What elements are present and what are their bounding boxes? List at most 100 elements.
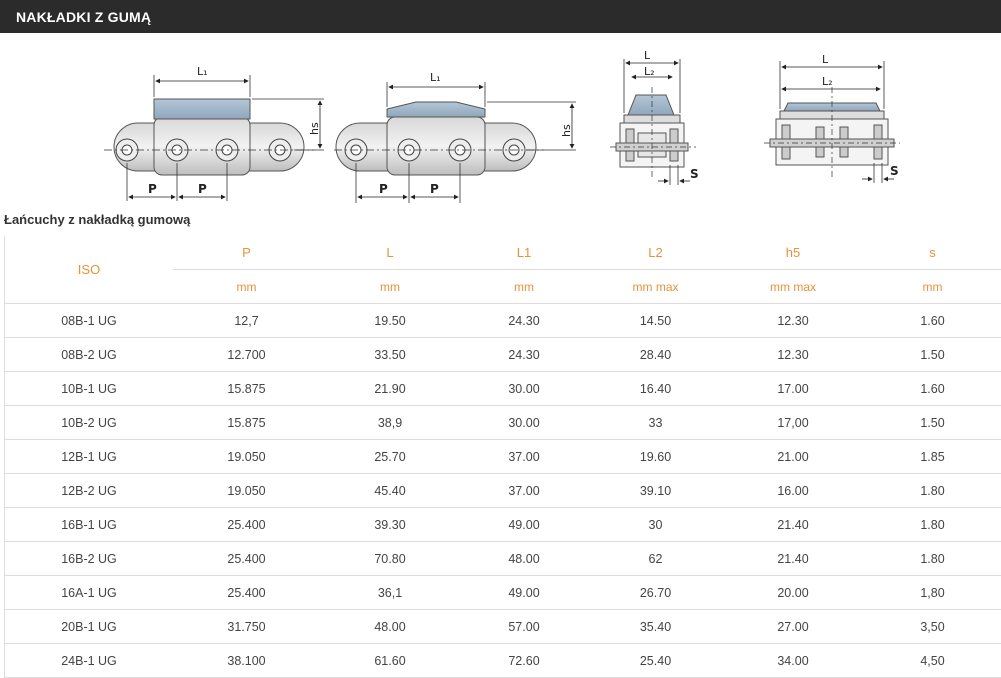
- cell-iso: 10B-2 UG: [5, 405, 173, 440]
- cell-l: 45.40: [320, 473, 460, 508]
- cell-l2: 26.70: [588, 575, 723, 610]
- cell-l: 19.50: [320, 303, 460, 338]
- cell-s: 1.85: [863, 439, 1001, 474]
- cell-h5: 17.00: [723, 371, 863, 406]
- cell-l1: 72.60: [460, 643, 588, 678]
- cell-s: 3,50: [863, 609, 1001, 644]
- table-row: 16B-2 UG 25.400 70.80 48.00 62 21.40 1.80: [5, 541, 1001, 576]
- cell-iso: 16A-1 UG: [5, 575, 173, 610]
- unit-p: mm: [173, 269, 320, 304]
- cell-p: 15.875: [173, 371, 320, 406]
- dim-label-hs-b: hs: [560, 124, 573, 137]
- cell-l1: 24.30: [460, 337, 588, 372]
- cell-l1: 49.00: [460, 507, 588, 542]
- cell-h5: 21.40: [723, 541, 863, 576]
- unit-s: mm: [863, 269, 1001, 304]
- spec-table: ISO P L L1 L2 h5 s mm mm mm mm max mm ma…: [5, 236, 1001, 678]
- cell-iso: 20B-1 UG: [5, 609, 173, 644]
- cell-l: 25.70: [320, 439, 460, 474]
- cell-iso: 08B-1 UG: [5, 303, 173, 338]
- cell-l: 39.30: [320, 507, 460, 542]
- dim-label-p4: P: [430, 182, 439, 196]
- dim-label-hs: hs: [308, 122, 321, 135]
- cell-p: 25.400: [173, 541, 320, 576]
- cell-h5: 20.00: [723, 575, 863, 610]
- unit-l: mm: [320, 269, 460, 304]
- technical-drawing: L₁ hs P P L₁ hs P P L L₂ S L L₂ S: [4, 47, 1001, 205]
- section-title: NAKŁADKI Z GUMĄ: [16, 9, 152, 25]
- table-row: 12B-2 UG 19.050 45.40 37.00 39.10 16.00 1.80: [5, 473, 1001, 508]
- cell-iso: 12B-1 UG: [5, 439, 173, 474]
- header-iso: ISO: [77, 262, 101, 277]
- dim-label-l1-b: L₁: [430, 71, 441, 84]
- cell-l2: 35.40: [588, 609, 723, 644]
- unit-h5: mm max: [723, 269, 863, 304]
- cell-l2: 62: [588, 541, 723, 576]
- cell-l2: 28.40: [588, 337, 723, 372]
- cell-h5: 34.00: [723, 643, 863, 678]
- cell-l1: 24.30: [460, 303, 588, 338]
- dim-label-p1: P: [148, 182, 157, 196]
- spec-table-body: 08B-1 UG 12,7 19.50 24.30 14.50 12.30 1.60 08B-…: [5, 303, 1001, 678]
- cell-iso: 16B-2 UG: [5, 541, 173, 576]
- table-row: 16A-1 UG 25.400 36,1 49.00 26.70 20.00 1,80: [5, 575, 1001, 610]
- cell-s: 1.50: [863, 405, 1001, 440]
- cell-l: 38,9: [320, 405, 460, 440]
- cell-l1: 37.00: [460, 473, 588, 508]
- cell-l2: 30: [588, 507, 723, 542]
- cell-iso: 08B-2 UG: [5, 337, 173, 372]
- dim-label-l: L: [644, 49, 651, 62]
- cell-l: 61.60: [320, 643, 460, 678]
- table-row: 24B-1 UG 38.100 61.60 72.60 25.40 34.00 4,50: [5, 643, 1001, 678]
- cell-p: 19.050: [173, 439, 320, 474]
- table-row: 20B-1 UG 31.750 48.00 57.00 35.40 27.00 3,50: [5, 609, 1001, 644]
- cell-p: 12,7: [173, 303, 320, 338]
- cell-p: 31.750: [173, 609, 320, 644]
- header-l2: L2: [648, 245, 663, 260]
- cell-p: 38.100: [173, 643, 320, 678]
- cell-h5: 12.30: [723, 303, 863, 338]
- cell-h5: 27.00: [723, 609, 863, 644]
- table-row: 08B-1 UG 12,7 19.50 24.30 14.50 12.30 1.60: [5, 303, 1001, 338]
- chain-drawing-svg: L₁ hs P P L₁ hs P P L L₂ S L L₂ S: [104, 49, 900, 203]
- section-header-bar: NAKŁADKI Z GUMĄ: [0, 0, 1001, 33]
- cell-l2: 16.40: [588, 371, 723, 406]
- cell-p: 12.700: [173, 337, 320, 372]
- cell-s: 1.60: [863, 371, 1001, 406]
- dim-label-p3: P: [379, 182, 388, 196]
- cell-s: 1.80: [863, 541, 1001, 576]
- table-row: 08B-2 UG 12.700 33.50 24.30 28.40 12.30 1.50: [5, 337, 1001, 372]
- cell-iso: 24B-1 UG: [5, 643, 173, 678]
- unit-l2: mm max: [588, 269, 723, 304]
- cell-h5: 16.00: [723, 473, 863, 508]
- cell-p: 25.400: [173, 507, 320, 542]
- cell-l: 36,1: [320, 575, 460, 610]
- cell-p: 25.400: [173, 575, 320, 610]
- dim-label-s: S: [690, 167, 699, 181]
- dim-label-s-b: S: [890, 164, 899, 178]
- cell-l: 33.50: [320, 337, 460, 372]
- dim-label-p2: P: [198, 182, 207, 196]
- header-l1: L1: [516, 245, 532, 260]
- cell-l2: 25.40: [588, 643, 723, 678]
- dim-label-l1: L₁: [197, 65, 208, 78]
- cell-h5: 17,00: [723, 405, 863, 440]
- cell-l2: 39.10: [588, 473, 723, 508]
- cell-l1: 49.00: [460, 575, 588, 610]
- cell-l: 21.90: [320, 371, 460, 406]
- side-view-1: [104, 75, 324, 201]
- cell-l1: 37.00: [460, 439, 588, 474]
- table-row: 16B-1 UG 25.400 39.30 49.00 30 21.40 1.80: [5, 507, 1001, 542]
- cell-iso: 10B-1 UG: [5, 371, 173, 406]
- cell-h5: 21.00: [723, 439, 863, 474]
- cell-l: 48.00: [320, 609, 460, 644]
- cell-s: 1.50: [863, 337, 1001, 372]
- cell-h5: 21.40: [723, 507, 863, 542]
- cell-s: 1.80: [863, 507, 1001, 542]
- table-subtitle: Łańcuchy z nakładką gumową: [4, 212, 191, 227]
- dim-label-l2-b: L₂: [822, 75, 833, 88]
- cell-l: 70.80: [320, 541, 460, 576]
- cell-l1: 30.00: [460, 371, 588, 406]
- cell-s: 4,50: [863, 643, 1001, 678]
- header-s: s: [929, 245, 936, 260]
